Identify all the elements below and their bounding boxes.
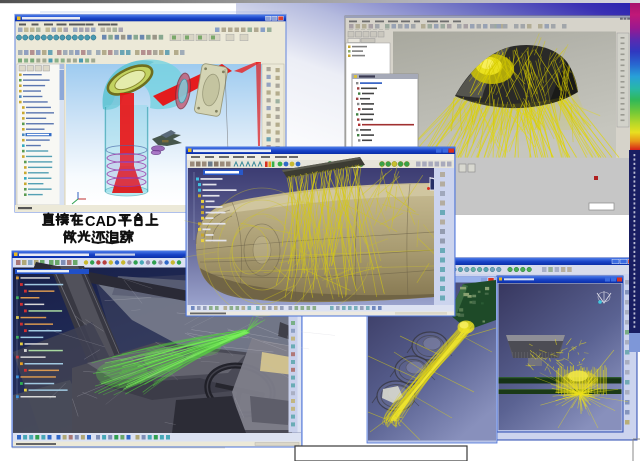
svg-text:CAD: CAD	[85, 214, 116, 230]
